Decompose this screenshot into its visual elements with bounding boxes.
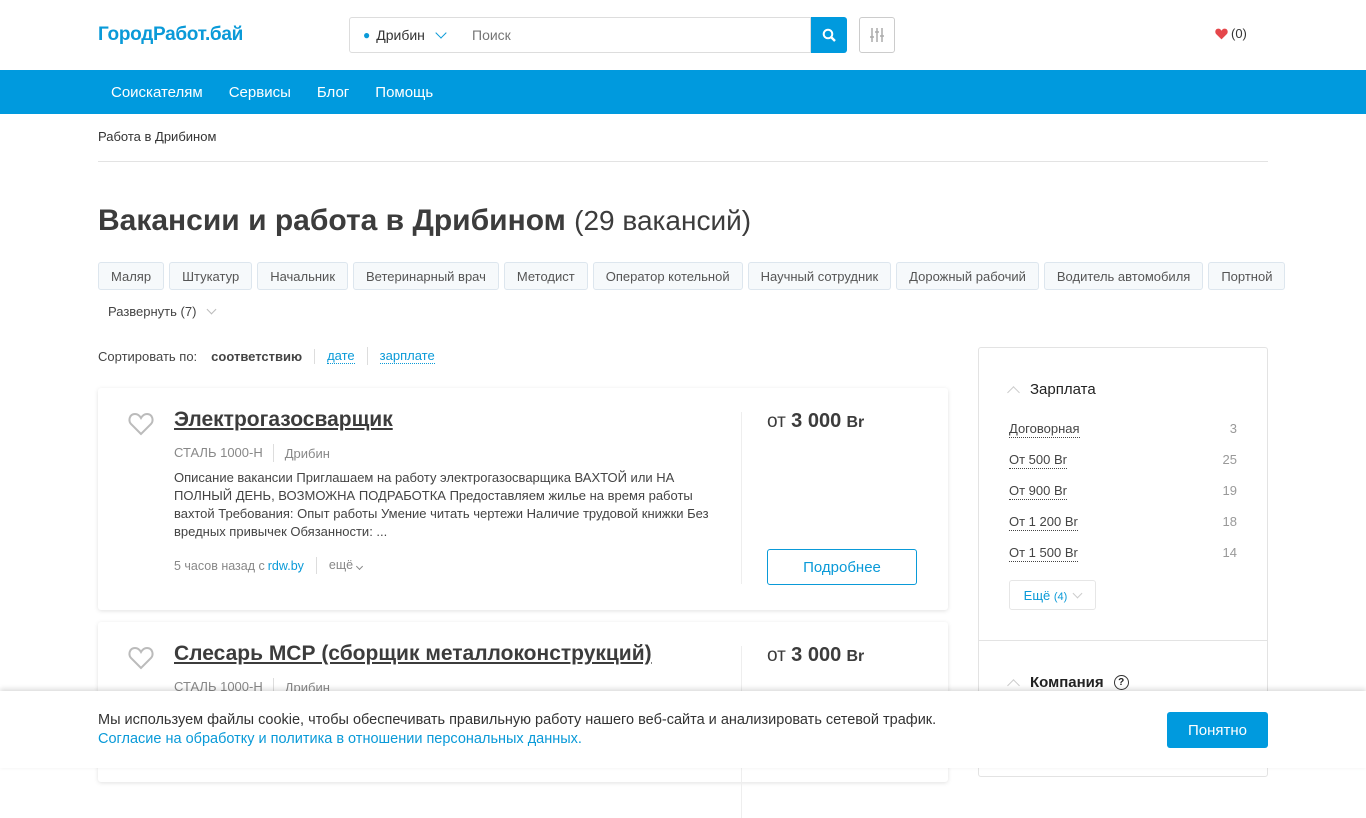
price-prefix: от: [767, 411, 786, 432]
nav-services[interactable]: Сервисы: [229, 84, 291, 101]
tag[interactable]: Начальник: [257, 262, 349, 290]
header: ГородРабот.бай ● Дрибин (0): [98, 0, 1268, 70]
job-salary: от 3 000 Br: [767, 410, 864, 433]
nav-blog[interactable]: Блог: [317, 84, 349, 101]
salary-title: Зарплата: [1030, 381, 1096, 398]
filter-option[interactable]: От 1 200 Br 18: [1009, 514, 1237, 531]
tag[interactable]: Портной: [1208, 262, 1286, 290]
heart-outline-icon[interactable]: [128, 412, 154, 436]
tag[interactable]: Научный сотрудник: [747, 262, 892, 290]
option-count: 3: [1229, 421, 1237, 436]
tag-list: Маляр Штукатур Начальник Ветеринарный вр…: [98, 262, 1286, 290]
sort-by-date[interactable]: дате: [327, 348, 355, 364]
nav-job-seekers[interactable]: Соискателям: [111, 84, 203, 101]
company-filter-header[interactable]: Компания?: [1007, 674, 1129, 692]
company-title: Компания: [1030, 674, 1104, 691]
city-label: Дрибин: [376, 27, 425, 43]
filter-option[interactable]: От 1 500 Br 14: [1009, 545, 1237, 562]
sort-current: соответствию: [211, 348, 316, 364]
chevron-down-icon: [435, 27, 447, 39]
divider: [366, 347, 368, 365]
breadcrumb-item[interactable]: Работа в Дрибином: [98, 129, 216, 144]
price-value: 3 000: [791, 644, 842, 666]
show-more-button[interactable]: Ещё (4): [1009, 580, 1096, 610]
option-count: 25: [1222, 452, 1237, 467]
page-title: Вакансии и работа в Дрибином (29 ваканси…: [98, 204, 1268, 238]
logo[interactable]: ГородРабот.бай: [98, 24, 243, 46]
privacy-policy-link[interactable]: Согласие на обработку и политика в отнош…: [98, 730, 936, 749]
sort-label: Сортировать по:: [98, 348, 198, 364]
more-label: ещё: [328, 558, 354, 572]
job-salary: от 3 000 Br: [767, 644, 864, 667]
tag[interactable]: Ветеринарный врач: [353, 262, 499, 290]
filter-option[interactable]: Договорная 3: [1009, 421, 1237, 438]
help-icon[interactable]: ?: [1113, 675, 1129, 690]
filters-button[interactable]: [859, 17, 895, 53]
sliders-icon: [870, 28, 884, 42]
location-pin-icon: ●: [363, 28, 371, 42]
chevron-down-icon: [355, 562, 363, 571]
company-name[interactable]: СТАЛЬ 1000-Н: [174, 444, 274, 462]
chevron-up-icon: [1007, 385, 1020, 399]
chevron-down-icon: [1072, 588, 1083, 598]
option-count: 18: [1222, 514, 1237, 529]
favorites-link[interactable]: (0): [1215, 26, 1247, 41]
source-link[interactable]: rdw.by: [268, 559, 304, 573]
more-menu[interactable]: ещё: [315, 557, 363, 574]
price-currency: Br: [846, 648, 865, 665]
salary-filter-header[interactable]: Зарплата: [1007, 381, 1096, 399]
option-count: 19: [1222, 483, 1237, 498]
filter-option[interactable]: От 900 Br 19: [1009, 483, 1237, 500]
title-text: Вакансии и работа в Дрибином: [98, 204, 566, 237]
chevron-up-icon: [1007, 678, 1020, 692]
accept-cookies-button[interactable]: Понятно: [1167, 712, 1268, 748]
tag[interactable]: Оператор котельной: [592, 262, 743, 290]
breadcrumb: Работа в Дрибином: [98, 129, 1268, 162]
search-input[interactable]: [457, 17, 811, 53]
tag[interactable]: Методист: [503, 262, 588, 290]
divider: [979, 640, 1267, 641]
divider: [741, 412, 742, 584]
nav-help[interactable]: Помощь: [375, 84, 433, 101]
job-card: Электрогазосварщик СТАЛЬ 1000-Н Дрибин Оп…: [98, 388, 948, 610]
heart-icon: [1215, 28, 1228, 39]
price-currency: Br: [846, 414, 865, 431]
price-prefix: от: [767, 645, 786, 666]
heart-outline-icon[interactable]: [128, 646, 154, 670]
option-count: 14: [1222, 545, 1237, 560]
cookie-banner: Мы используем файлы cookie, чтобы обеспе…: [0, 691, 1366, 768]
more-count: (4): [1053, 590, 1068, 603]
expand-label: Развернуть (7): [108, 304, 197, 319]
vacancy-count: (29 вакансий): [574, 205, 752, 236]
filter-option[interactable]: От 500 Br 25: [1009, 452, 1237, 469]
favorites-count: (0): [1231, 26, 1247, 41]
job-title-link[interactable]: Слесарь МСР (сборщик металлоконструкций): [174, 642, 652, 666]
cookie-text: Мы используем файлы cookie, чтобы обеспе…: [98, 712, 937, 728]
tag[interactable]: Водитель автомобиля: [1043, 262, 1204, 290]
tag[interactable]: Штукатур: [169, 262, 253, 290]
details-button[interactable]: Подробнее: [767, 549, 917, 585]
search-icon: [822, 28, 836, 42]
city-selector[interactable]: ● Дрибин: [349, 17, 458, 53]
option-label[interactable]: От 1 200 Br: [1009, 514, 1078, 531]
chevron-down-icon: [206, 304, 217, 315]
tag[interactable]: Дорожный рабочий: [896, 262, 1039, 290]
more-label: Ещё: [1023, 587, 1051, 603]
tag[interactable]: Маляр: [98, 262, 165, 290]
main-nav: Соискателям Сервисы Блог Помощь: [0, 70, 1366, 114]
job-description: Описание вакансии Приглашаем на работу э…: [174, 470, 709, 539]
option-label[interactable]: От 1 500 Br: [1009, 545, 1078, 562]
job-title-link[interactable]: Электрогазосварщик: [174, 408, 393, 432]
option-label[interactable]: От 500 Br: [1009, 452, 1067, 469]
option-label[interactable]: Договорная: [1009, 421, 1080, 438]
job-city: Дрибин: [284, 445, 330, 461]
search-button[interactable]: [811, 17, 847, 53]
posted-time: 5 часов назад с: [174, 558, 265, 573]
price-value: 3 000: [791, 410, 842, 432]
expand-tags-button[interactable]: Развернуть (7): [108, 304, 217, 319]
sort-by-salary[interactable]: зарплате: [379, 348, 435, 364]
option-label[interactable]: От 900 Br: [1009, 483, 1067, 500]
